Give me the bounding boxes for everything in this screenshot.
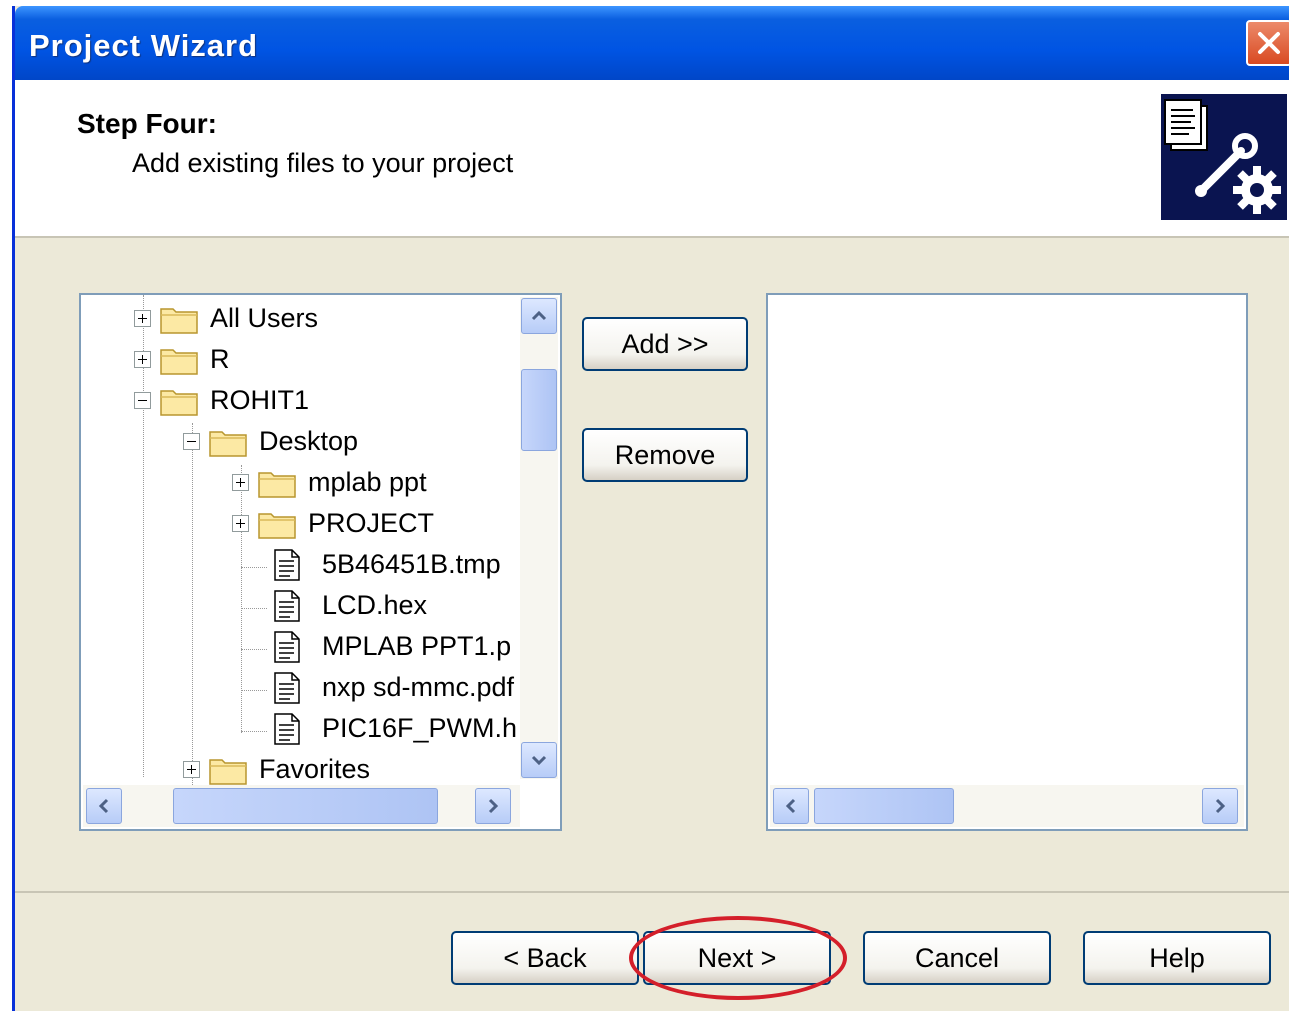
file-tree-panel[interactable]: All Users R ROHIT1 Desktop mplab ppt PRO…	[79, 293, 562, 831]
scroll-thumb[interactable]	[814, 788, 954, 824]
scroll-thumb[interactable]	[173, 788, 438, 824]
tree-item-rohit1[interactable]: ROHIT1	[134, 380, 309, 421]
wizard-header: Step Four: Add existing files to your pr…	[15, 80, 1289, 238]
expand-icon[interactable]	[134, 351, 151, 368]
step-title: Step Four:	[77, 108, 217, 139]
document-icon	[274, 548, 300, 581]
cancel-button[interactable]: Cancel	[863, 931, 1051, 985]
tree-line	[192, 423, 193, 793]
tree-item-file[interactable]: MPLAB PPT1.p	[274, 626, 511, 667]
wizard-document-wrench-gear-icon	[1161, 94, 1287, 220]
tree-item-desktop[interactable]: Desktop	[183, 421, 358, 462]
scroll-right-button[interactable]	[475, 788, 511, 824]
collapse-icon[interactable]	[134, 392, 151, 409]
tree-item-mplab-ppt[interactable]: mplab ppt	[232, 462, 427, 503]
tree-item-file[interactable]: LCD.hex	[274, 585, 427, 626]
tree-line	[241, 690, 267, 691]
tree-item-file[interactable]: 5B46451B.tmp	[274, 544, 501, 585]
tree-line	[241, 608, 267, 609]
scroll-thumb[interactable]	[521, 369, 557, 451]
chevron-left-icon	[98, 798, 109, 814]
folder-icon	[258, 471, 296, 498]
tree-item-file[interactable]: nxp sd-mmc.pdf	[274, 667, 514, 708]
scroll-right-button[interactable]	[1202, 788, 1238, 824]
tree-item-all-users[interactable]: All Users	[134, 298, 318, 339]
document-icon	[274, 712, 300, 745]
tree-line	[241, 567, 267, 568]
tree-vertical-scrollbar[interactable]	[520, 297, 558, 779]
step-description: Add existing files to your project	[132, 148, 514, 178]
document-icon	[274, 671, 300, 704]
folder-icon	[160, 389, 198, 416]
chevron-down-icon	[531, 755, 547, 766]
close-icon	[1258, 32, 1280, 54]
document-icon	[274, 589, 300, 622]
add-button[interactable]: Add >>	[582, 317, 748, 371]
next-button[interactable]: Next >	[643, 931, 831, 985]
folder-icon	[258, 512, 296, 539]
help-button[interactable]: Help	[1083, 931, 1271, 985]
folder-icon	[160, 307, 198, 334]
chevron-right-icon	[488, 798, 499, 814]
chevron-up-icon	[531, 310, 547, 321]
tree-item-file[interactable]: PIC16F_PWM.h	[274, 708, 517, 749]
folder-open-icon	[209, 430, 247, 457]
close-button[interactable]	[1246, 20, 1289, 66]
tree-line	[241, 649, 267, 650]
back-button[interactable]: < Back	[451, 931, 639, 985]
scroll-up-button[interactable]	[521, 298, 557, 334]
expand-icon[interactable]	[232, 515, 249, 532]
document-icon	[274, 630, 300, 663]
tree-item-favorites[interactable]: Favorites	[183, 749, 370, 790]
project-files-list[interactable]	[766, 293, 1248, 831]
expand-icon[interactable]	[232, 474, 249, 491]
tree-line	[241, 731, 267, 732]
scroll-left-button[interactable]	[86, 788, 122, 824]
scroll-left-button[interactable]	[773, 788, 809, 824]
chevron-left-icon	[785, 798, 796, 814]
chevron-right-icon	[1215, 798, 1226, 814]
collapse-icon[interactable]	[183, 433, 200, 450]
window-title: Project Wizard	[29, 28, 259, 63]
tree-item-r[interactable]: R	[134, 339, 230, 380]
folder-icon	[209, 758, 247, 785]
scroll-down-button[interactable]	[521, 742, 557, 778]
remove-button[interactable]: Remove	[582, 428, 748, 482]
expand-icon[interactable]	[183, 761, 200, 778]
tree-item-project[interactable]: PROJECT	[232, 503, 434, 544]
title-bar[interactable]: Project Wizard	[15, 6, 1289, 80]
tree-horizontal-scrollbar[interactable]	[83, 785, 520, 827]
project-wizard-window: Project Wizard Step Four: Add existing f…	[12, 6, 1289, 1011]
list-horizontal-scrollbar[interactable]	[770, 785, 1244, 827]
folder-icon	[160, 348, 198, 375]
expand-icon[interactable]	[134, 310, 151, 327]
footer-separator	[15, 891, 1289, 893]
